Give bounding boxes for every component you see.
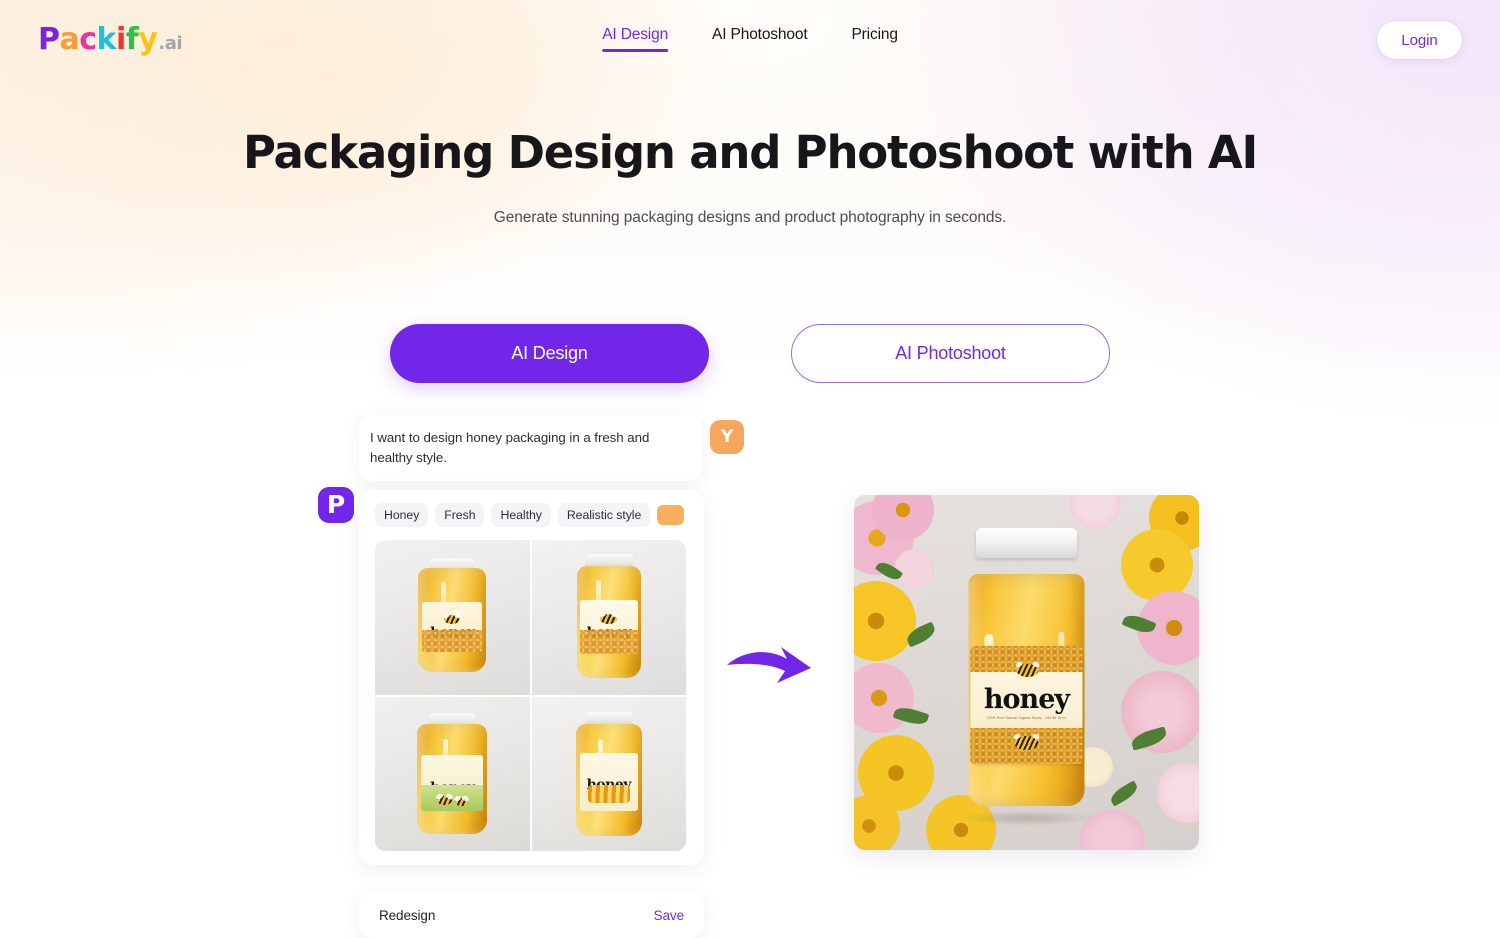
result-honey-jar: honey 100% Pure Natural Organic Honey . … <box>964 528 1089 808</box>
mode-button-ai-photoshoot[interactable]: AI Photoshoot <box>791 324 1110 383</box>
save-button[interactable]: Save <box>654 908 684 923</box>
photoshoot-result-image[interactable]: honey 100% Pure Natural Organic Honey . … <box>854 495 1199 850</box>
thumb-4-scene: honey <box>531 696 686 851</box>
assistant-response-card: Honey Fresh Healthy Realistic style hone… <box>359 490 704 865</box>
main-nav: AI Design AI Photoshoot Pricing <box>602 26 898 52</box>
color-swatch[interactable] <box>657 505 685 525</box>
logo-letter-f: f <box>125 22 139 57</box>
packify-mark-icon: P <box>326 489 346 519</box>
result-action-bar: Redesign Save <box>359 892 704 938</box>
design-thumbnail-3[interactable]: honey <box>375 696 530 851</box>
thumb-3-scene: honey <box>375 696 530 851</box>
site-header: P a c k i f y .ai AI Design AI Photoshoo… <box>0 0 1500 80</box>
logo-letter-k: k <box>96 22 117 57</box>
nav-item-ai-photoshoot[interactable]: AI Photoshoot <box>712 26 808 52</box>
result-product-shadow <box>956 810 1097 826</box>
design-results-grid: honey honey <box>375 540 686 851</box>
nav-item-pricing[interactable]: Pricing <box>851 26 897 52</box>
logo-letter-c: c <box>79 22 97 57</box>
packify-logo[interactable]: P a c k i f y .ai <box>38 22 183 57</box>
assistant-avatar: P <box>318 487 354 523</box>
redesign-button[interactable]: Redesign <box>379 908 435 923</box>
logo-letter-p: P <box>38 22 60 57</box>
user-avatar-initial: Y <box>720 427 734 447</box>
tag-healthy[interactable]: Healthy <box>491 503 551 527</box>
jar-label-word: honey <box>983 684 1070 715</box>
landing-page: P a c k i f y .ai AI Design AI Photoshoo… <box>0 0 1500 938</box>
design-thumbnail-2[interactable]: honey <box>531 540 686 695</box>
user-message-bubble: I want to design honey packaging in a fr… <box>359 415 702 482</box>
jar-label-fine-print: 100% Pure Natural Organic Honey . Net Wt… <box>986 716 1067 720</box>
tag-realistic-style[interactable]: Realistic style <box>557 503 651 527</box>
design-thumbnail-1[interactable]: honey <box>375 540 530 695</box>
flow-arrow-icon <box>725 643 815 693</box>
logo-letter-y: y <box>138 22 158 57</box>
logo-suffix: .ai <box>158 33 183 54</box>
nav-item-ai-design[interactable]: AI Design <box>602 26 668 52</box>
demo-conversation: I want to design honey packaging in a fr… <box>0 415 1500 938</box>
logo-letter-a: a <box>59 22 80 57</box>
thumb-1-scene: honey <box>375 540 530 695</box>
mode-toggle-group: AI Design AI Photoshoot <box>390 324 1110 383</box>
design-thumbnail-4[interactable]: honey <box>531 696 686 851</box>
page-subtitle: Generate stunning packaging designs and … <box>493 209 1007 226</box>
prompt-tag-row: Honey Fresh Healthy Realistic style <box>375 503 688 527</box>
page-title: Packaging Design and Photoshoot with AI <box>242 126 1258 179</box>
jar-label: honey 100% Pure Natural Organic Honey . … <box>970 646 1083 764</box>
tag-honey[interactable]: Honey <box>375 503 429 527</box>
jar-lid <box>976 528 1077 558</box>
thumb-2-scene: honey <box>531 540 686 695</box>
mode-button-ai-design[interactable]: AI Design <box>390 324 709 383</box>
user-avatar: Y <box>710 420 744 454</box>
login-button[interactable]: Login <box>1377 21 1462 59</box>
logo-letter-i: i <box>116 22 126 57</box>
tag-fresh[interactable]: Fresh <box>435 503 485 527</box>
